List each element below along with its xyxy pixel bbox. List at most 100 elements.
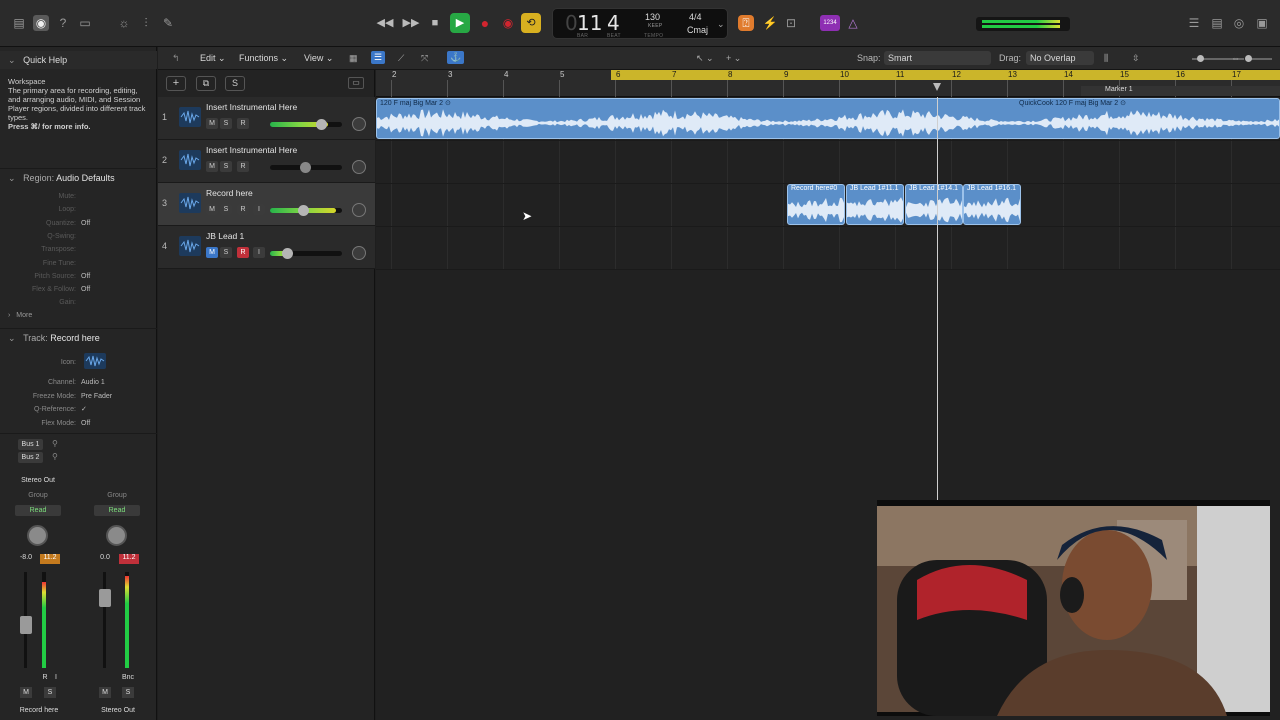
- region-param-row[interactable]: Pitch Source: Off: [0, 270, 157, 283]
- volume-readout[interactable]: -8.0: [16, 554, 36, 564]
- param-value[interactable]: ✓: [81, 403, 87, 416]
- playhead[interactable]: [937, 97, 938, 502]
- track-name[interactable]: Insert Instrumental Here: [206, 145, 297, 155]
- fader-track-out[interactable]: [103, 572, 106, 668]
- tuner-icon[interactable]: ⍰: [738, 15, 754, 31]
- play-icon[interactable]: ▶: [450, 13, 470, 33]
- record-enable-button[interactable]: R: [237, 247, 249, 258]
- track-row-1[interactable]: 1 Insert Instrumental Here M S R: [158, 97, 375, 140]
- mute-button[interactable]: M: [206, 161, 218, 172]
- warning-icon[interactable]: △: [845, 15, 861, 31]
- pan-knob[interactable]: [352, 246, 366, 260]
- waveform-zoom-icon[interactable]: ⫼: [1104, 53, 1108, 64]
- inspector-icon[interactable]: ◉: [33, 15, 49, 31]
- track-row-3[interactable]: 3 Record here M S R I: [158, 183, 375, 226]
- count-in-icon[interactable]: ⊡: [783, 15, 799, 31]
- chevron-down-icon[interactable]: ⌄: [717, 19, 725, 30]
- marker-label[interactable]: Marker 1: [1105, 86, 1133, 93]
- region-param-row[interactable]: Quantize: Off: [0, 217, 157, 230]
- bounce-button[interactable]: Bnc: [120, 674, 136, 684]
- audio-region[interactable]: JB Lead 1#16.1: [963, 184, 1021, 225]
- vertical-zoom-icon[interactable]: ⇳: [1132, 53, 1140, 64]
- volume-slider[interactable]: [270, 162, 342, 173]
- quick-help-header[interactable]: ⌄ Quick Help: [0, 51, 157, 69]
- record-enable-button[interactable]: R: [237, 161, 249, 172]
- secondary-tool-icon[interactable]: + ⌄: [726, 53, 741, 64]
- peak-readout[interactable]: 11.2: [40, 554, 60, 564]
- record-enable-button[interactable]: R: [237, 204, 249, 215]
- pan-knob[interactable]: [352, 117, 366, 131]
- rewind-icon[interactable]: ◀◀: [375, 13, 395, 33]
- audio-region[interactable]: Record here#0: [787, 184, 845, 225]
- duplicate-track-icon[interactable]: ⧉: [196, 76, 216, 91]
- mute-button[interactable]: M: [206, 247, 218, 258]
- peak-readout-out[interactable]: 11.2: [119, 554, 139, 564]
- audio-region[interactable]: JB Lead 1#11.1: [846, 184, 904, 225]
- badge-icon[interactable]: 1234: [820, 15, 840, 31]
- solo-button[interactable]: S: [220, 204, 232, 215]
- volume-slider[interactable]: [270, 205, 342, 216]
- snap-select[interactable]: Smart: [884, 51, 991, 65]
- mute-button[interactable]: M: [206, 118, 218, 129]
- flex-icon[interactable]: ⟋: [398, 53, 404, 64]
- param-value[interactable]: Pre Fader: [81, 390, 112, 403]
- region-param-row[interactable]: Loop:: [0, 203, 157, 216]
- more-toggle[interactable]: › More: [0, 309, 157, 322]
- track-name[interactable]: Record here: [206, 188, 253, 198]
- track-list-icon[interactable]: ▭: [348, 77, 364, 89]
- capture-icon[interactable]: ◉: [498, 13, 518, 33]
- solo-button[interactable]: S: [220, 161, 232, 172]
- track-param-row[interactable]: Q-Reference: ✓: [0, 403, 157, 416]
- notes-icon[interactable]: ▤: [1209, 15, 1225, 31]
- edit-menu[interactable]: Edit ⌄: [200, 53, 226, 64]
- input-monitor-button[interactable]: I: [253, 204, 265, 215]
- input-monitor-button[interactable]: I: [253, 247, 265, 258]
- catch-icon[interactable]: ⚓: [447, 51, 465, 64]
- track-param-row[interactable]: Channel: Audio 1: [0, 376, 157, 389]
- track-header[interactable]: ⌄ Track: Record here: [0, 328, 157, 346]
- metronome-icon[interactable]: ⚡: [762, 15, 778, 31]
- track-row-2[interactable]: 2 Insert Instrumental Here M S R: [158, 140, 375, 183]
- strip-input-button[interactable]: I: [51, 674, 61, 684]
- bus-1-slot[interactable]: Bus 1: [18, 439, 43, 450]
- strip-mute-button[interactable]: M: [20, 687, 32, 698]
- region-header[interactable]: ⌄ Region: Audio Defaults: [0, 168, 157, 186]
- horizontal-zoom-handle[interactable]: [1245, 55, 1252, 62]
- automation-mode[interactable]: Read: [15, 505, 61, 516]
- pan-knob[interactable]: [352, 203, 366, 217]
- loops-icon[interactable]: ◎: [1231, 15, 1247, 31]
- region-param-row[interactable]: Q-Swing:: [0, 230, 157, 243]
- pointer-tool-icon[interactable]: ↖ ⌄: [696, 53, 714, 64]
- vertical-zoom-handle[interactable]: [1197, 55, 1204, 62]
- region-param-row[interactable]: Fine Tune:: [0, 257, 157, 270]
- strip-solo-button-out[interactable]: S: [122, 687, 134, 698]
- strip-record-button[interactable]: R: [40, 674, 50, 684]
- pan-knob-out[interactable]: [106, 525, 127, 546]
- fader-handle[interactable]: [20, 616, 32, 634]
- mute-button[interactable]: M: [206, 204, 218, 215]
- strip-mute-button-out[interactable]: M: [99, 687, 111, 698]
- global-solo-button[interactable]: S: [225, 76, 245, 91]
- region-param-row[interactable]: Flex & Follow: Off: [0, 283, 157, 296]
- region-param-row[interactable]: Gain:: [0, 296, 157, 309]
- quick-help-icon[interactable]: ?: [55, 15, 71, 31]
- track-param-row[interactable]: Icon:: [0, 356, 157, 369]
- strip-solo-button[interactable]: S: [44, 687, 56, 698]
- mixer-icon[interactable]: ⫶: [138, 15, 154, 31]
- bus-2-knob-icon[interactable]: ⚲: [52, 452, 58, 461]
- view-menu[interactable]: View ⌄: [304, 53, 333, 64]
- playhead-handle[interactable]: [933, 83, 941, 91]
- stop-icon[interactable]: ■: [425, 13, 445, 33]
- audio-region[interactable]: 120 F maj Big Mar 2 ⊙: [376, 98, 1280, 139]
- track-name[interactable]: JB Lead 1: [206, 231, 244, 241]
- pan-knob[interactable]: [27, 525, 48, 546]
- group-slot-out[interactable]: Group: [91, 492, 143, 499]
- track-name[interactable]: Insert Instrumental Here: [206, 102, 297, 112]
- volume-slider[interactable]: [270, 119, 342, 130]
- back-arrow-icon[interactable]: ↰: [172, 53, 180, 64]
- pan-knob[interactable]: [352, 160, 366, 174]
- lcd-display[interactable]: 0 11 4 BAR BEAT 130 KEEP TEMPO 4/4 Cmaj …: [552, 8, 728, 39]
- grid-view-icon[interactable]: ▦: [349, 53, 358, 64]
- solo-button[interactable]: S: [220, 118, 232, 129]
- output-slot[interactable]: Stereo Out: [12, 477, 64, 484]
